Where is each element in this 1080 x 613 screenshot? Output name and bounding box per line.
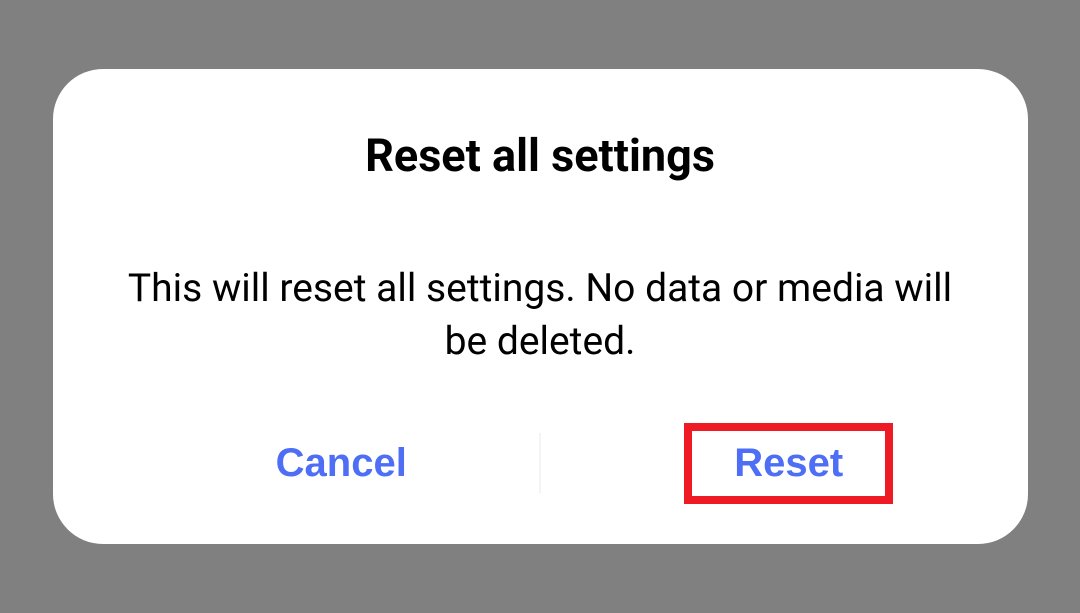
reset-highlight-box: Reset [684, 423, 893, 504]
reset-button-wrapper: Reset [590, 423, 988, 504]
button-divider [540, 433, 541, 493]
dialog-message: This will reset all settings. No data or… [93, 262, 988, 367]
reset-button[interactable]: Reset [734, 441, 843, 486]
dialog-title: Reset all settings [365, 129, 715, 182]
reset-settings-dialog: Reset all settings This will reset all s… [53, 69, 1028, 543]
cancel-button[interactable]: Cancel [93, 423, 591, 504]
dialog-button-row: Cancel Reset [93, 423, 988, 504]
